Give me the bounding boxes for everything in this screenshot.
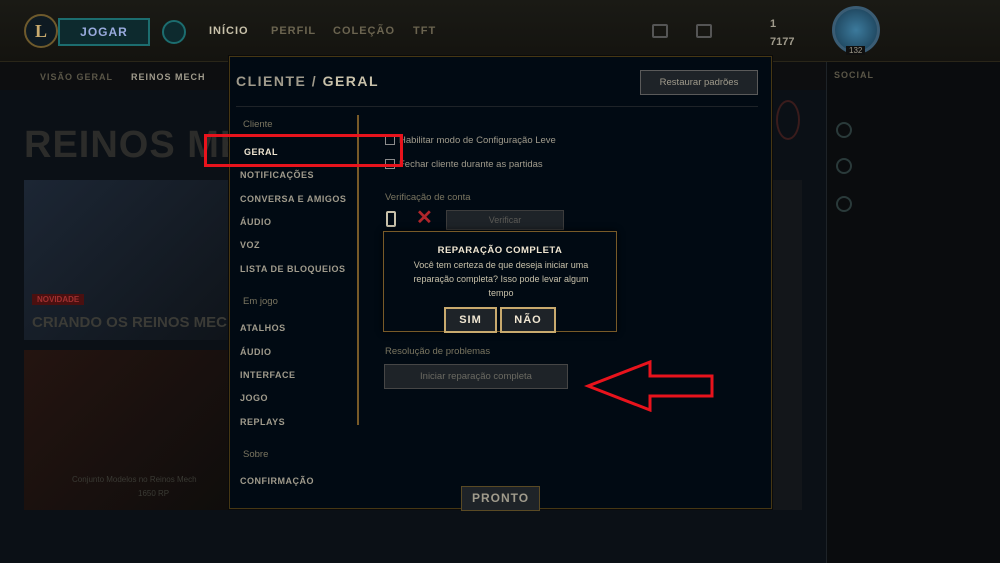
menu-item-chat-friends[interactable]: CONVERSA E AMIGOS xyxy=(240,194,346,204)
low-spec-option[interactable]: Habilitar modo de Configuração Leve xyxy=(385,135,556,146)
blue-essence-count: 7177 xyxy=(770,36,795,48)
promo-card[interactable] xyxy=(24,350,229,510)
social-avatar-icon[interactable] xyxy=(836,122,852,138)
play-button[interactable]: JOGAR xyxy=(58,18,150,46)
subnav-overview[interactable]: VISÃO GERAL xyxy=(40,72,113,82)
menu-item-interface[interactable]: INTERFACE xyxy=(240,370,296,380)
nav-collection[interactable]: COLEÇÃO xyxy=(333,25,395,37)
nav-home[interactable]: INÍCIO xyxy=(209,25,249,37)
event-logo-icon xyxy=(776,100,800,140)
store-icon[interactable] xyxy=(652,24,668,38)
full-repair-dialog: REPARAÇÃO COMPLETA Você tem certeza de q… xyxy=(383,231,617,333)
dialog-message: Você tem certeza de que deseja iniciar u… xyxy=(413,260,589,298)
close-client-option[interactable]: Fechar cliente durante as partidas xyxy=(385,159,543,170)
menu-item-replays[interactable]: REPLAYS xyxy=(240,417,285,427)
menu-item-audio[interactable]: ÁUDIO xyxy=(240,217,272,227)
social-title: SOCIAL xyxy=(834,70,875,80)
title-prefix: CLIENTE xyxy=(236,73,307,89)
no-button[interactable]: NÃO xyxy=(500,307,556,333)
menu-item-game[interactable]: JOGO xyxy=(240,393,268,403)
menu-item-hotkeys[interactable]: ATALHOS xyxy=(240,323,286,333)
banner-title: CRIANDO OS REINOS MECH xyxy=(32,314,238,331)
social-avatar-icon[interactable] xyxy=(836,196,852,212)
menu-item-voice[interactable]: VOZ xyxy=(240,240,260,250)
low-spec-label: Habilitar modo de Configuração Leve xyxy=(399,135,556,146)
new-badge: NOVIDADE xyxy=(32,294,85,305)
general-highlight-box xyxy=(204,134,403,167)
menu-item-ingame-audio[interactable]: ÁUDIO xyxy=(240,347,272,357)
unverified-x-icon: ✕ xyxy=(416,207,433,229)
promo-card-title: Conjunto Modelos no Reinos Mech xyxy=(72,475,197,484)
subnav-mech-kingdoms[interactable]: REINOS MECH xyxy=(131,72,206,82)
nav-profile[interactable]: PERFIL xyxy=(271,25,316,37)
troubleshoot-label: Resolução de problemas xyxy=(385,346,491,357)
dialog-title: REPARAÇÃO COMPLETA xyxy=(437,245,563,256)
menu-item-confirmation[interactable]: CONFIRMAÇÃO xyxy=(240,476,314,486)
phone-icon xyxy=(386,211,396,227)
social-avatar-icon[interactable] xyxy=(836,158,852,174)
menu-group-client: Cliente xyxy=(243,119,273,130)
title-current: GERAL xyxy=(322,73,380,89)
promo-card-price: 1650 RP xyxy=(138,489,170,498)
restore-defaults-button[interactable]: Restaurar padrões xyxy=(640,70,758,95)
social-panel xyxy=(826,62,1000,563)
side-promo-panel xyxy=(772,180,802,510)
verification-label: Verificação de conta xyxy=(385,192,471,203)
menu-group-ingame: Em jogo xyxy=(243,296,278,307)
menu-group-about: Sobre xyxy=(243,449,269,460)
menu-item-block-list[interactable]: LISTA DE BLOQUEIOS xyxy=(240,264,346,274)
close-client-label: Fechar cliente durante as partidas xyxy=(399,159,543,170)
top-bar: L JOGAR INÍCIO PERFIL COLEÇÃO TFT 1 7177… xyxy=(0,0,1000,62)
loot-icon[interactable] xyxy=(696,24,712,38)
divider xyxy=(236,106,758,107)
verify-button[interactable]: Verificar xyxy=(446,210,564,230)
yes-button[interactable]: SIM xyxy=(444,307,497,333)
title-separator: / xyxy=(311,73,318,89)
menu-item-notifications[interactable]: NOTIFICAÇÕES xyxy=(240,170,314,180)
full-repair-button[interactable]: Iniciar reparação completa xyxy=(384,364,568,389)
notification-bell-icon[interactable] xyxy=(162,20,186,44)
done-button[interactable]: PRONTO xyxy=(461,486,540,511)
nav-tft[interactable]: TFT xyxy=(413,25,436,37)
rp-count: 1 xyxy=(770,18,777,30)
summoner-level: 132 xyxy=(846,46,866,55)
pointer-arrow-icon xyxy=(584,360,714,412)
league-logo-icon[interactable]: L xyxy=(24,14,58,48)
modal-title: CLIENTE / GERAL xyxy=(236,73,379,89)
